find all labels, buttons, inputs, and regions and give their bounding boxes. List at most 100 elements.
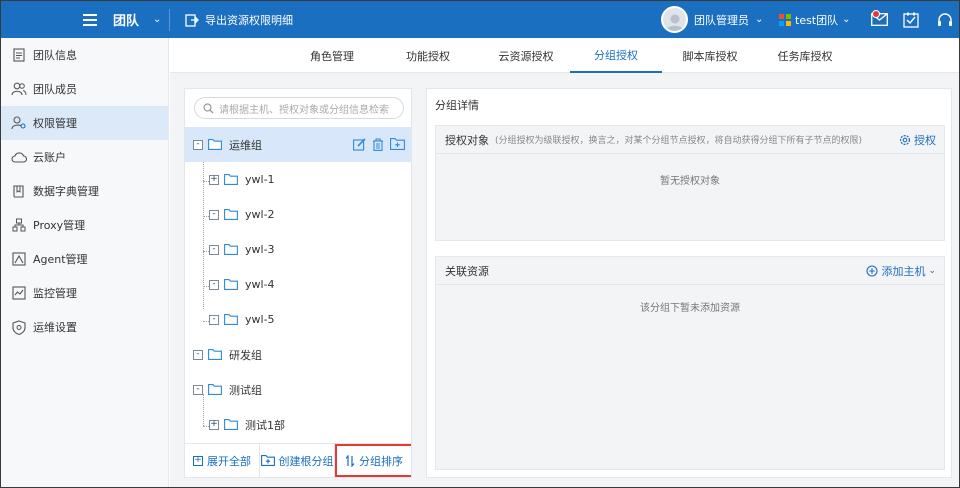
headset-icon[interactable] — [937, 1, 953, 38]
chevron-down-icon[interactable]: ⌄ — [153, 1, 161, 38]
collapse-toggle-icon[interactable]: - — [209, 244, 219, 255]
collapse-toggle-icon[interactable]: - — [193, 384, 203, 395]
create-root-group-button[interactable]: 创建根分组 — [260, 444, 335, 477]
sidebar-item-label: 权限管理 — [33, 117, 77, 130]
menu-icon[interactable] — [83, 1, 97, 38]
sidebar-item-label: 云账户 — [33, 151, 66, 164]
group-sort-button[interactable]: 分组排序 — [335, 444, 411, 477]
tree-node-label: ywl-5 — [245, 313, 275, 326]
user-key-icon — [11, 116, 26, 130]
add-circle-icon — [866, 265, 879, 277]
folder-icon — [224, 209, 238, 220]
network-icon — [12, 218, 26, 232]
tree-node-label: ywl-4 — [245, 278, 275, 291]
sidebar-item-label: 监控管理 — [33, 287, 77, 300]
tree-node-label: 测试组 — [229, 383, 262, 397]
notification-badge — [872, 10, 880, 18]
chevron-down-icon: ⌄ — [928, 266, 936, 276]
expand-all-button[interactable]: + 展开全部 — [185, 444, 260, 477]
tree-node[interactable]: + 测试1部 — [185, 407, 411, 442]
gear-icon — [899, 134, 911, 146]
sidebar-item-permissions[interactable]: 权限管理 — [1, 106, 168, 140]
expand-toggle-icon[interactable]: + — [209, 174, 219, 185]
tab-task-library-auth[interactable]: 任务库授权 — [765, 38, 845, 73]
create-root-group-label: 创建根分组 — [278, 454, 334, 468]
team-title[interactable]: 团队 — [113, 1, 139, 38]
avatar[interactable] — [661, 1, 688, 38]
tree-node-label: 测试1部 — [245, 418, 285, 432]
tree-node[interactable]: + ywl-1 — [185, 162, 411, 197]
sidebar: 团队信息 团队成员 权限管理 云账户 数据字典管理 Proxy管理 Agent管… — [1, 38, 169, 487]
expand-toggle-icon[interactable]: + — [209, 419, 219, 430]
edit-icon[interactable] — [353, 138, 366, 151]
detail-title: 分组详情 — [435, 99, 479, 112]
collapse-toggle-icon[interactable]: - — [209, 314, 219, 325]
team-grid-icon — [779, 13, 791, 26]
sidebar-item-proxy[interactable]: Proxy管理 — [1, 208, 168, 242]
sidebar-item-label: 团队信息 — [33, 49, 77, 62]
sidebar-item-ops-settings[interactable]: 运维设置 — [1, 310, 168, 344]
user-name: 团队管理员 — [694, 13, 749, 27]
folder-icon — [224, 244, 238, 255]
tree-node[interactable]: - ywl-2 — [185, 197, 411, 232]
node-actions — [353, 138, 405, 151]
tree-node[interactable]: - 运维组 — [185, 127, 411, 162]
tab-script-library-auth[interactable]: 脚本库授权 — [670, 38, 750, 73]
mail-icon[interactable] — [871, 1, 888, 38]
tree-node[interactable]: - 研发组 — [185, 337, 411, 372]
tab-function-auth[interactable]: 功能授权 — [394, 38, 462, 73]
collapse-toggle-icon[interactable]: - — [209, 209, 219, 220]
delete-icon[interactable] — [372, 138, 384, 151]
collapse-toggle-icon[interactable]: - — [193, 139, 203, 150]
add-folder-icon[interactable] — [390, 138, 405, 150]
add-host-label: 添加主机 — [881, 265, 926, 278]
collapse-toggle-icon[interactable]: - — [209, 279, 219, 290]
folder-icon — [208, 384, 222, 395]
add-host-button[interactable]: 添加主机 ⌄ — [866, 257, 936, 285]
expand-all-label: 展开全部 — [207, 454, 251, 468]
group-detail-panel: 分组详情 授权对象 (分组授权为级联授权，换言之，对某个分组节点授权，将自动获得… — [426, 88, 952, 478]
related-resources-card: 关联资源 添加主机 ⌄ 该分组下暂未添加资源 — [435, 256, 945, 470]
tree-node-label: ywl-2 — [245, 208, 275, 221]
cloud-icon — [11, 152, 27, 163]
sidebar-item-agent[interactable]: Agent管理 — [1, 242, 168, 276]
sidebar-item-label: 运维设置 — [33, 321, 77, 334]
export-permissions-button[interactable]: 导出资源权限明细 — [185, 1, 293, 38]
related-resources-header: 关联资源 添加主机 ⌄ — [436, 257, 944, 285]
tab-role-management[interactable]: 角色管理 — [298, 38, 366, 73]
tree-node-label: ywl-1 — [245, 173, 275, 186]
main-content: 角色管理 功能授权 云资源授权 分组授权 脚本库授权 任务库授权 请根据主机、授… — [170, 38, 959, 487]
auth-empty-text: 暂无授权对象 — [660, 176, 720, 187]
auth-object-header: 授权对象 (分组授权为级联授权，换言之，对某个分组节点授权，将自动获得分组下所有… — [436, 126, 944, 154]
group-search-input[interactable]: 请根据主机、授权对象或分组信息检索 — [194, 97, 404, 119]
tree-node[interactable]: - ywl-5 — [185, 302, 411, 337]
collapse-toggle-icon[interactable]: - — [193, 349, 203, 360]
tab-group-auth[interactable]: 分组授权 — [570, 38, 662, 73]
tab-cloud-resource-auth[interactable]: 云资源授权 — [486, 38, 566, 73]
sidebar-item-cloud-account[interactable]: 云账户 — [1, 140, 168, 174]
add-folder-icon — [260, 455, 275, 466]
sidebar-item-team-members[interactable]: 团队成员 — [1, 72, 168, 106]
export-icon — [185, 13, 199, 27]
sidebar-item-data-dictionary[interactable]: 数据字典管理 — [1, 174, 168, 208]
sort-icon — [345, 454, 355, 467]
export-label: 导出资源权限明细 — [205, 13, 293, 27]
team-selector[interactable]: test团队 ⌄ — [779, 1, 851, 38]
resources-empty-text: 该分组下暂未添加资源 — [640, 303, 740, 314]
authorize-button[interactable]: 授权 — [899, 126, 936, 154]
tree-node[interactable]: - 测试组 — [185, 372, 411, 407]
folder-icon — [224, 419, 238, 430]
sidebar-item-label: 数据字典管理 — [33, 185, 99, 198]
related-resources-title: 关联资源 — [445, 264, 489, 278]
tree-node[interactable]: - ywl-3 — [185, 232, 411, 267]
task-check-icon[interactable] — [903, 1, 919, 38]
auth-object-card: 授权对象 (分组授权为级联授权，换言之，对某个分组节点授权，将自动获得分组下所有… — [435, 125, 945, 241]
chevron-down-icon: ⌄ — [755, 14, 764, 25]
sidebar-item-team-info[interactable]: 团队信息 — [1, 38, 168, 72]
auth-object-title: 授权对象 — [445, 133, 489, 147]
tree-node[interactable]: - ywl-4 — [185, 267, 411, 302]
user-menu[interactable]: 团队管理员 ⌄ — [694, 1, 763, 38]
sidebar-item-label: Proxy管理 — [33, 219, 86, 232]
folder-icon — [224, 279, 238, 290]
sidebar-item-monitoring[interactable]: 监控管理 — [1, 276, 168, 310]
